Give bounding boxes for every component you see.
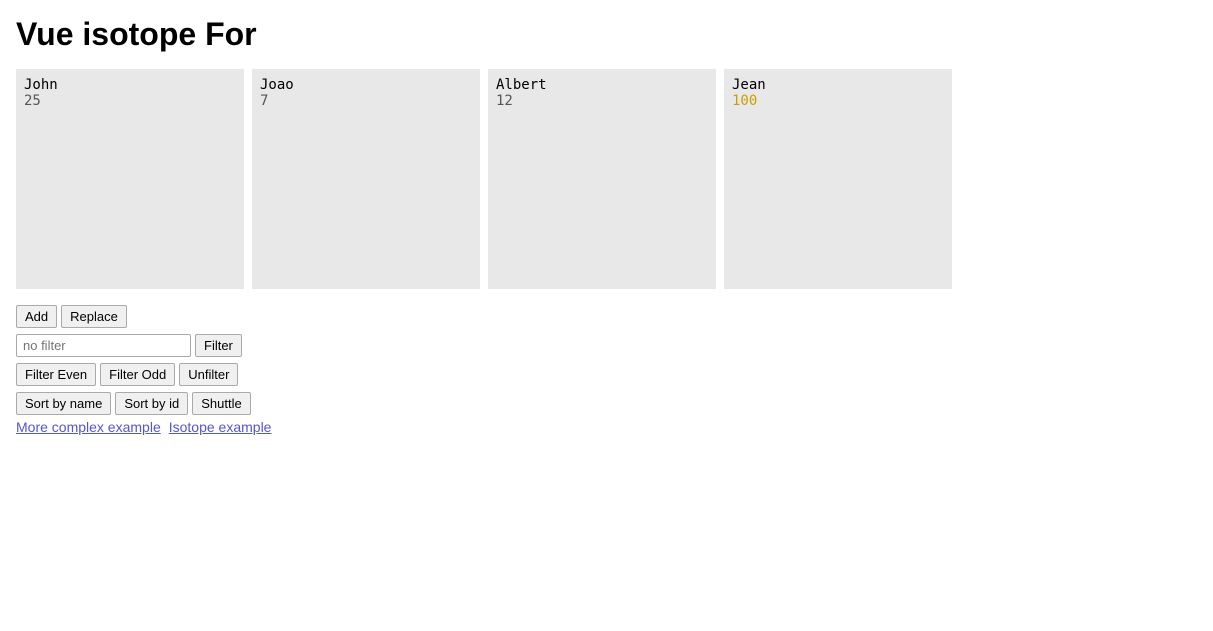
card: John25: [16, 69, 244, 289]
card-name: Joao: [260, 77, 472, 93]
card: Albert12: [488, 69, 716, 289]
card-id: 100: [732, 93, 944, 109]
replace-button[interactable]: Replace: [61, 305, 127, 328]
card-id: 7: [260, 93, 472, 109]
sort-by-name-button[interactable]: Sort by name: [16, 392, 111, 415]
card: Jean100: [724, 69, 952, 289]
filter-buttons-row: Filter Even Filter Odd Unfilter: [16, 363, 238, 386]
card-name: John: [24, 77, 236, 93]
card-id: 12: [496, 93, 708, 109]
filter-input-row: Filter: [16, 334, 242, 357]
card-name: Albert: [496, 77, 708, 93]
add-replace-row: Add Replace: [16, 305, 127, 328]
card: Joao7: [252, 69, 480, 289]
filter-even-button[interactable]: Filter Even: [16, 363, 96, 386]
sort-by-id-button[interactable]: Sort by id: [115, 392, 188, 415]
page-title: Vue isotope For: [16, 16, 1197, 53]
cards-container: John25Joao7Albert12Jean100: [16, 69, 1197, 289]
shuttle-button[interactable]: Shuttle: [192, 392, 250, 415]
unfilter-button[interactable]: Unfilter: [179, 363, 238, 386]
sort-buttons-row: Sort by name Sort by id Shuttle: [16, 392, 251, 415]
card-name: Jean: [732, 77, 944, 93]
card-id: 25: [24, 93, 236, 109]
nav-link[interactable]: More complex example: [16, 419, 161, 435]
controls: Add Replace Filter Filter Even Filter Od…: [16, 305, 1197, 415]
filter-odd-button[interactable]: Filter Odd: [100, 363, 175, 386]
links-row: More complex example Isotope example: [16, 419, 1197, 435]
add-button[interactable]: Add: [16, 305, 57, 328]
filter-input[interactable]: [16, 334, 191, 357]
filter-button[interactable]: Filter: [195, 334, 242, 357]
nav-link[interactable]: Isotope example: [169, 419, 272, 435]
